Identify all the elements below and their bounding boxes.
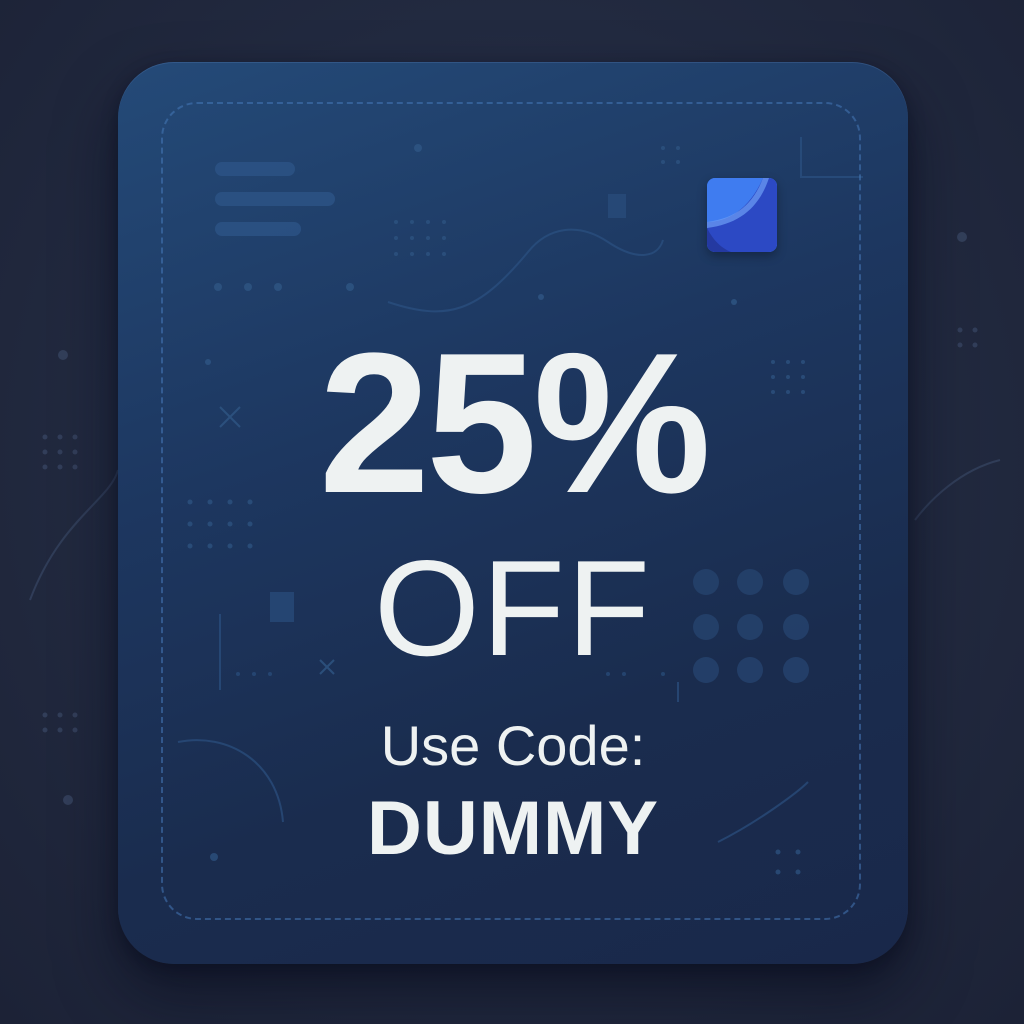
discount-off-label: OFF — [374, 532, 652, 684]
coupon-card: 25% OFF Use Code: DUMMY — [118, 62, 908, 964]
brand-logo-icon — [707, 178, 777, 252]
code-prompt: Use Code: — [380, 714, 646, 777]
discount-amount: 25% — [318, 312, 711, 535]
promo-code[interactable]: DUMMY — [118, 789, 908, 869]
